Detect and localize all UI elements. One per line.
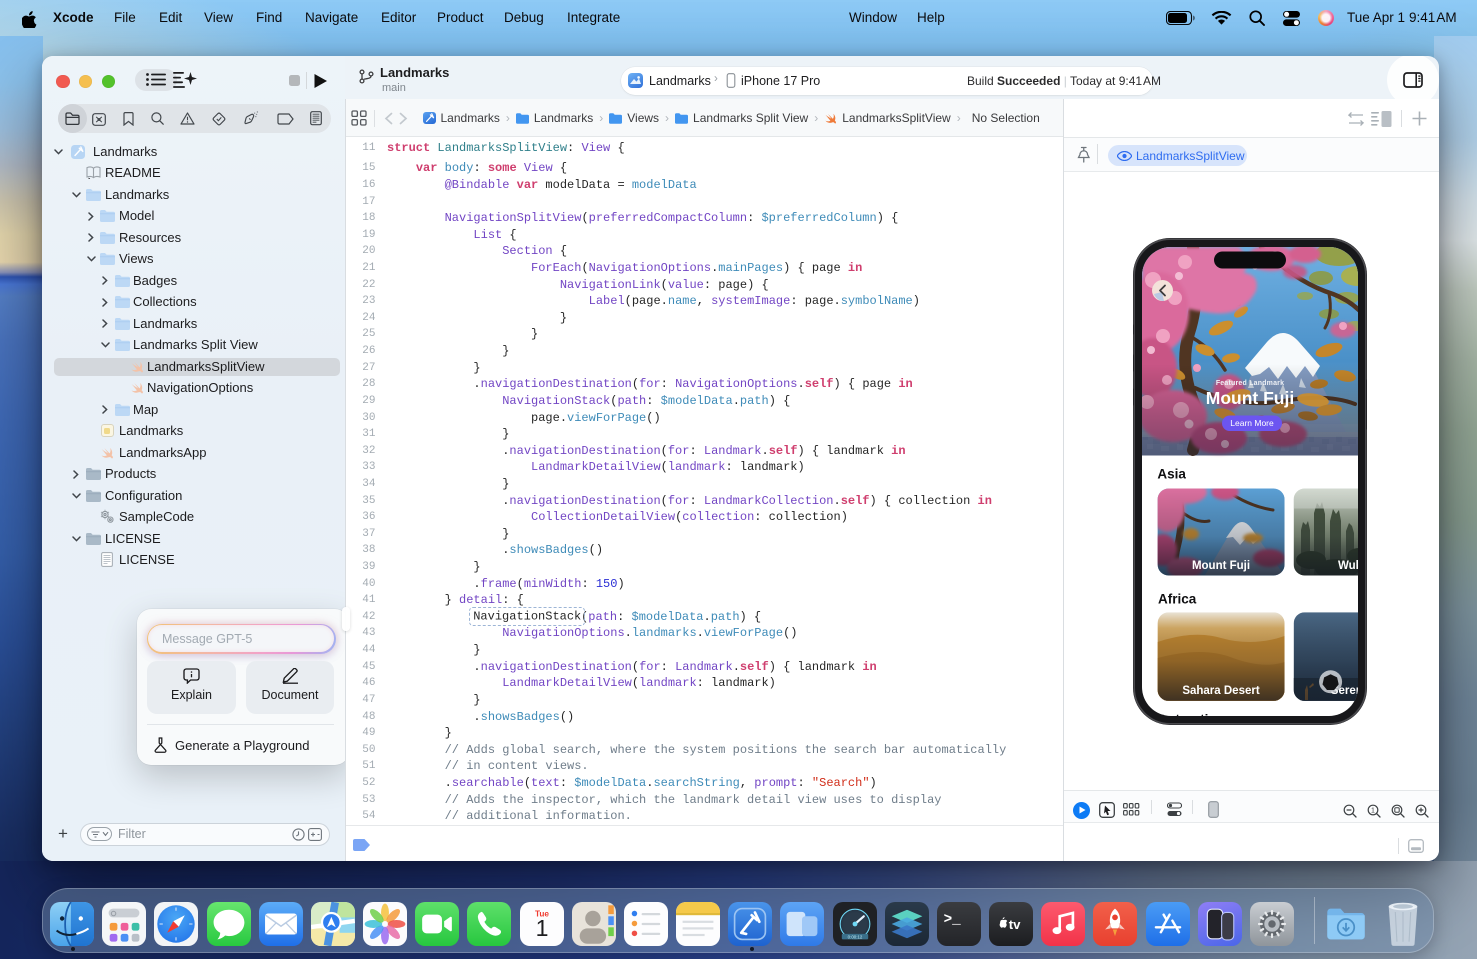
svg-text:Mount Fuji: Mount Fuji: [1192, 560, 1250, 572]
svg-text:Sahara Desert: Sahara Desert: [1182, 685, 1260, 697]
svg-text:1: 1: [1371, 807, 1375, 814]
svg-text:tv: tv: [1009, 917, 1021, 932]
svg-text:Asia: Asia: [1157, 466, 1186, 481]
svg-text:Featured Landmark: Featured Landmark: [1216, 380, 1284, 387]
svg-text:Mount Fuji: Mount Fuji: [1206, 388, 1294, 408]
svg-text:Learn More: Learn More: [1230, 418, 1274, 428]
svg-text:Africa: Africa: [1158, 591, 1197, 606]
